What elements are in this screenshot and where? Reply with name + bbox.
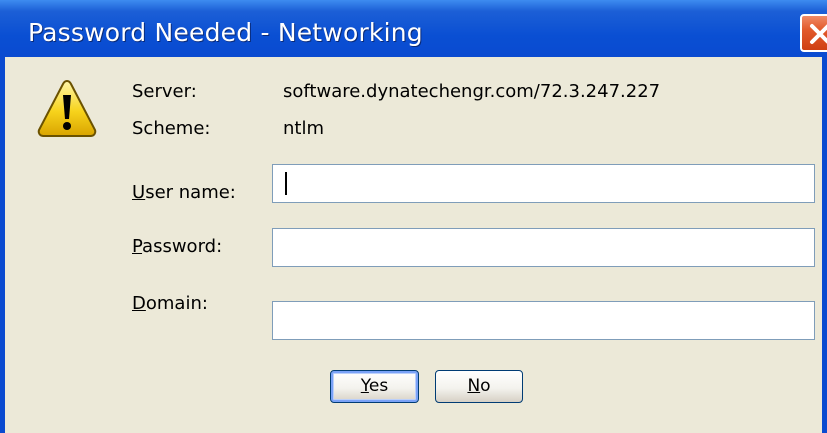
close-icon: [810, 24, 827, 44]
scheme-value: ntlm: [283, 118, 325, 139]
text-caret: [285, 172, 287, 195]
domain-label: Domain:: [132, 293, 208, 314]
close-button[interactable]: [800, 14, 827, 52]
password-input[interactable]: [272, 228, 815, 267]
password-dialog: Password Needed - Networking Server: sof…: [0, 0, 827, 433]
domain-input[interactable]: [272, 301, 815, 340]
username-label: User name:: [132, 182, 236, 203]
username-input[interactable]: [272, 164, 815, 203]
password-label: Password:: [132, 236, 223, 257]
server-label: Server:: [132, 81, 197, 102]
warning-triangle-icon: [36, 78, 98, 144]
yes-button-label: Yes: [360, 376, 389, 396]
no-button-label: No: [467, 376, 491, 396]
scheme-label: Scheme:: [132, 118, 211, 139]
yes-button[interactable]: Yes: [330, 370, 419, 403]
dialog-title: Password Needed - Networking: [28, 18, 423, 47]
no-button[interactable]: No: [435, 370, 523, 403]
server-value: software.dynatechengr.com/72.3.247.227: [283, 81, 661, 102]
